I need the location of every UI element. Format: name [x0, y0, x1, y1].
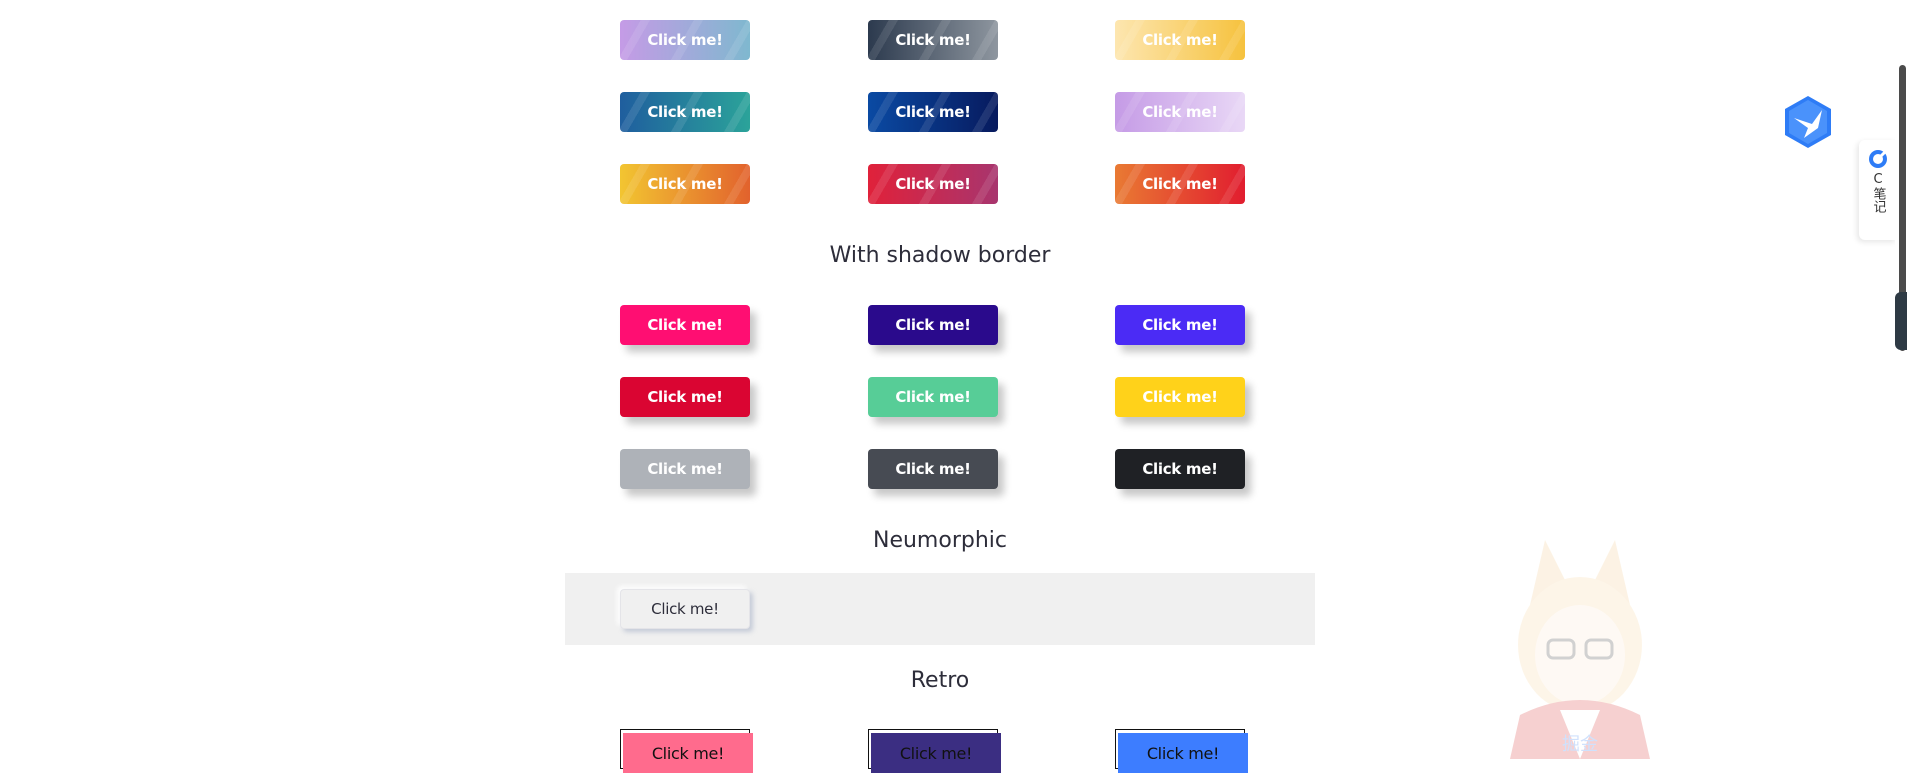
shadow-button-1-2[interactable]: Click me!: [868, 305, 998, 345]
button-label: Click me!: [895, 175, 971, 193]
button-label: Click me!: [899, 743, 973, 763]
button-label: Click me!: [647, 103, 723, 121]
button-label: Click me!: [895, 460, 971, 478]
button-label: Click me!: [895, 103, 971, 121]
shadow-button-3-2[interactable]: Click me!: [868, 449, 998, 489]
button-label: Click me!: [647, 31, 723, 49]
button-label: Click me!: [1142, 175, 1218, 193]
juejin-bird-icon[interactable]: [1782, 94, 1834, 150]
shadow-button-3-1[interactable]: Click me!: [620, 449, 750, 489]
button-label: Click me!: [1142, 388, 1218, 406]
shadow-button-1-3[interactable]: Click me!: [1115, 305, 1245, 345]
shadow-button-2-1[interactable]: Click me!: [620, 377, 750, 417]
button-label: Click me!: [651, 743, 725, 763]
button-label: Click me!: [647, 175, 723, 193]
section-title-retro: Retro: [910, 668, 970, 693]
gradient-button-1-1[interactable]: Click me!: [620, 20, 750, 60]
mascot-watermark-icon: 掘金: [1510, 540, 1650, 759]
retro-button-2[interactable]: Click me!: [871, 733, 1001, 773]
shadow-button-2-3[interactable]: Click me!: [1115, 377, 1245, 417]
shadow-button-1-1[interactable]: Click me!: [620, 305, 750, 345]
button-label: Click me!: [895, 316, 971, 334]
gradient-button-2-3[interactable]: Click me!: [1115, 92, 1245, 132]
retro-button-3[interactable]: Click me!: [1118, 733, 1248, 773]
retro-button-1[interactable]: Click me!: [623, 733, 753, 773]
gradient-button-3-2[interactable]: Click me!: [868, 164, 998, 204]
button-label: Click me!: [651, 600, 719, 618]
gradient-button-1-2[interactable]: Click me!: [868, 20, 998, 60]
shadow-button-3-3[interactable]: Click me!: [1115, 449, 1245, 489]
c-note-label: C笔记: [1870, 172, 1886, 213]
section-title-neumorphic: Neumorphic: [873, 528, 1007, 553]
c-note-widget[interactable]: C笔记: [1859, 140, 1897, 240]
button-label: Click me!: [895, 31, 971, 49]
note-logo-icon: [1869, 148, 1889, 168]
gradient-button-2-2[interactable]: Click me!: [868, 92, 998, 132]
button-label: Click me!: [1142, 103, 1218, 121]
button-label: Click me!: [1142, 460, 1218, 478]
neumorphic-button[interactable]: Click me!: [620, 589, 750, 629]
gradient-button-3-3[interactable]: Click me!: [1115, 164, 1245, 204]
button-label: Click me!: [1142, 316, 1218, 334]
button-label: Click me!: [1142, 31, 1218, 49]
button-label: Click me!: [647, 460, 723, 478]
gradient-button-1-3[interactable]: Click me!: [1115, 20, 1245, 60]
gradient-button-3-1[interactable]: Click me!: [620, 164, 750, 204]
page: Click me! Click me! Click me! Click me! …: [0, 0, 1908, 773]
side-drawer-tab[interactable]: [1895, 292, 1907, 350]
button-label: Click me!: [895, 388, 971, 406]
button-label: Click me!: [647, 388, 723, 406]
shadow-button-2-2[interactable]: Click me!: [868, 377, 998, 417]
section-title-shadow: With shadow border: [829, 243, 1051, 268]
button-label: Click me!: [647, 316, 723, 334]
watermark-text: 掘金: [1562, 734, 1598, 755]
button-label: Click me!: [1146, 743, 1220, 763]
gradient-button-2-1[interactable]: Click me!: [620, 92, 750, 132]
